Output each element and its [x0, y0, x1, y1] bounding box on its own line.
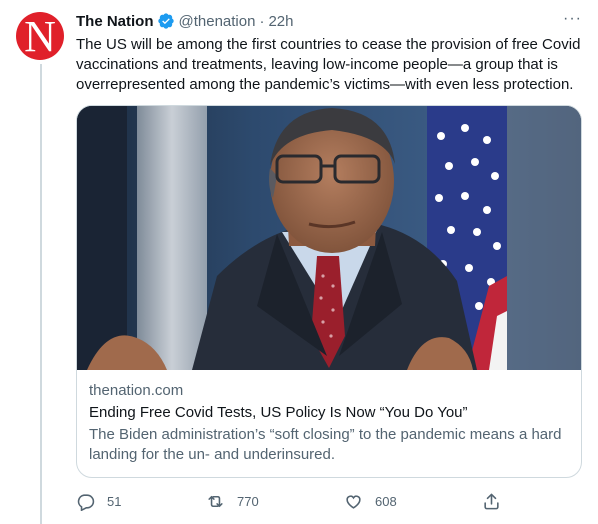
tweet-content: The Nation @thenation · 22h ··· The US w…: [76, 10, 584, 478]
reply-count: 51: [107, 494, 122, 509]
timestamp[interactable]: 22h: [268, 13, 293, 30]
card-description: The Biden administration’s “soft closing…: [89, 426, 562, 463]
like-button[interactable]: 608: [344, 492, 397, 511]
retweet-button[interactable]: 770: [206, 492, 259, 511]
thread-line: [40, 64, 42, 524]
card-photo: [77, 106, 581, 370]
like-icon: [346, 495, 361, 509]
verified-badge-icon: [157, 13, 174, 29]
reply-icon: [77, 494, 95, 511]
avatar[interactable]: N: [16, 12, 64, 61]
retweet-count: 770: [237, 494, 259, 509]
reply-button[interactable]: 51: [76, 492, 121, 511]
handle[interactable]: @thenation: [179, 13, 256, 30]
card-domain: thenation.com: [89, 382, 184, 399]
separator-dot: ·: [259, 12, 265, 30]
card-body[interactable]: thenation.com Ending Free Covid Tests, U…: [77, 370, 581, 477]
share-icon: [484, 493, 499, 510]
tweet-header: The Nation @thenation · 22h ···: [76, 10, 584, 32]
like-count: 608: [375, 494, 397, 509]
avatar-logo: N: [24, 12, 56, 61]
more-icon[interactable]: ···: [563, 10, 582, 28]
retweet-icon: [208, 495, 223, 508]
card-image[interactable]: [77, 106, 581, 370]
card-title: Ending Free Covid Tests, US Policy Is No…: [89, 404, 468, 421]
share-button[interactable]: [482, 492, 513, 511]
tweet-actions: 51 770 608: [76, 492, 506, 516]
display-name[interactable]: The Nation: [76, 13, 154, 30]
tweet-text: The US will be among the first countries…: [76, 36, 581, 93]
link-card[interactable]: thenation.com Ending Free Covid Tests, U…: [76, 105, 582, 478]
